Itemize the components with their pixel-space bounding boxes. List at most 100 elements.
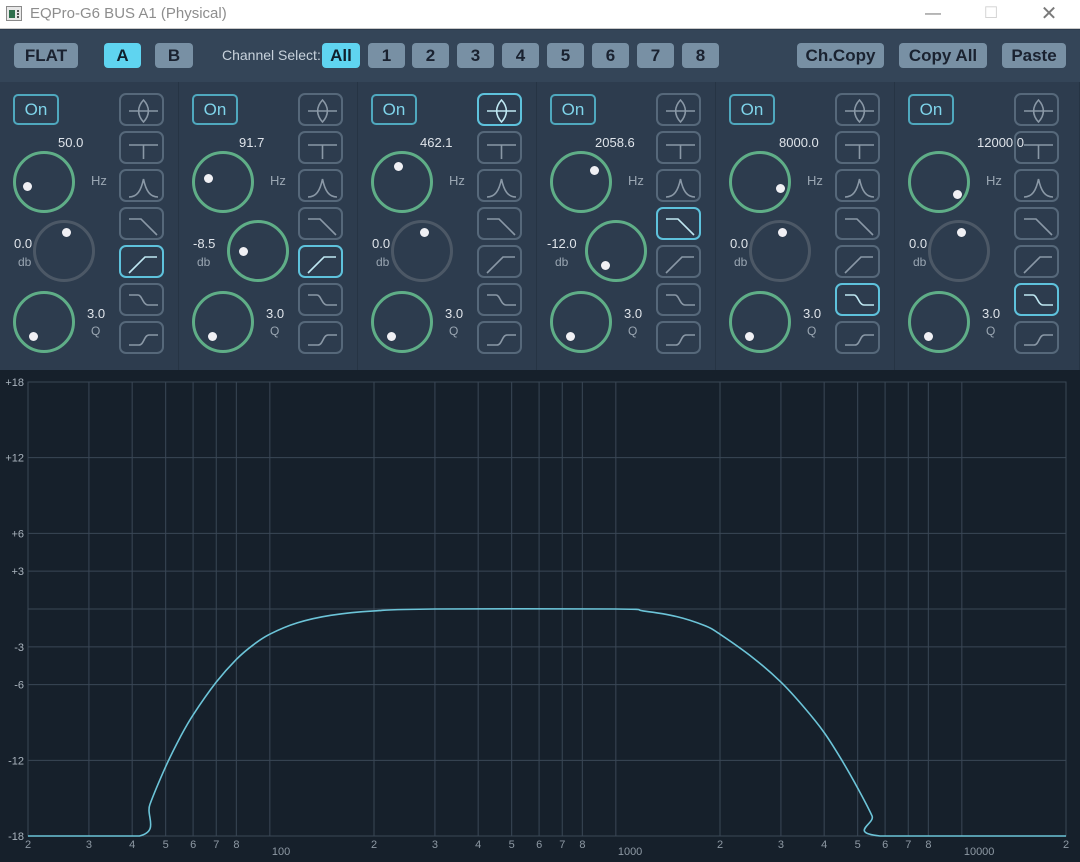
notch-filter-icon — [487, 144, 516, 159]
filter-type-button-high-pass-filter[interactable] — [298, 245, 343, 278]
knob-indicator — [29, 332, 38, 341]
channel-button-2[interactable]: 2 — [412, 43, 449, 68]
filter-type-button-high-shelf-filter[interactable] — [477, 283, 522, 316]
filter-type-button-low-shelf-filter[interactable] — [477, 321, 522, 354]
filter-type-button-bell-filter[interactable] — [656, 93, 701, 126]
filter-type-button-low-pass-filter[interactable] — [119, 207, 164, 240]
frequency-knob[interactable] — [729, 151, 791, 213]
flat-button[interactable]: FLAT — [14, 43, 78, 68]
filter-type-button-high-shelf-filter[interactable] — [835, 283, 880, 316]
filter-type-button-low-pass-filter[interactable] — [835, 207, 880, 240]
frequency-knob[interactable] — [550, 151, 612, 213]
filter-type-button-high-pass-filter[interactable] — [656, 245, 701, 278]
frequency-knob[interactable] — [13, 151, 75, 213]
filter-type-button-peak-filter[interactable] — [656, 169, 701, 202]
gain-value: 0.0 — [730, 236, 749, 251]
filter-type-button-notch-filter[interactable] — [477, 131, 522, 164]
filter-type-button-low-shelf-filter[interactable] — [298, 321, 343, 354]
filter-type-button-peak-filter[interactable] — [835, 169, 880, 202]
filter-type-button-bell-filter[interactable] — [835, 93, 880, 126]
channel-button-5[interactable]: 5 — [547, 43, 584, 68]
q-value: 3.0 — [803, 306, 822, 321]
frequency-knob[interactable] — [192, 151, 254, 213]
frequency-value: 91.7 — [239, 135, 265, 150]
filter-type-button-bell-filter[interactable] — [119, 93, 164, 126]
filter-type-button-bell-filter[interactable] — [298, 93, 343, 126]
gain-knob[interactable] — [33, 220, 95, 282]
channel-button-4[interactable]: 4 — [502, 43, 539, 68]
filter-type-button-high-pass-filter[interactable] — [477, 245, 522, 278]
filter-type-button-peak-filter[interactable] — [1014, 169, 1059, 202]
q-knob[interactable] — [908, 291, 970, 353]
gain-knob[interactable] — [391, 220, 453, 282]
filter-type-button-high-shelf-filter[interactable] — [298, 283, 343, 316]
filter-type-button-peak-filter[interactable] — [119, 169, 164, 202]
gain-knob[interactable] — [585, 220, 647, 282]
filter-type-button-high-pass-filter[interactable] — [835, 245, 880, 278]
filter-type-button-high-shelf-filter[interactable] — [1014, 283, 1059, 316]
high-shelf-filter-icon — [129, 294, 158, 306]
filter-type-button-low-pass-filter[interactable] — [298, 207, 343, 240]
channel-button-1[interactable]: 1 — [368, 43, 405, 68]
gain-knob[interactable] — [227, 220, 289, 282]
band-on-toggle[interactable]: On — [729, 94, 775, 125]
filter-type-button-notch-filter[interactable] — [656, 131, 701, 164]
filter-type-button-low-shelf-filter[interactable] — [119, 321, 164, 354]
band-on-toggle[interactable]: On — [192, 94, 238, 125]
q-knob[interactable] — [729, 291, 791, 353]
filter-type-button-low-pass-filter[interactable] — [656, 207, 701, 240]
high-pass-filter-icon — [844, 256, 873, 274]
frequency-unit: Hz — [270, 173, 286, 188]
close-button[interactable]: ✕ — [1026, 0, 1072, 29]
channel-button-8[interactable]: 8 — [682, 43, 719, 68]
filter-type-button-low-pass-filter[interactable] — [1014, 207, 1059, 240]
filter-type-button-low-pass-filter[interactable] — [477, 207, 522, 240]
frequency-knob[interactable] — [371, 151, 433, 213]
q-unit: Q — [807, 324, 817, 338]
band-on-toggle[interactable]: On — [908, 94, 954, 125]
filter-type-button-high-shelf-filter[interactable] — [119, 283, 164, 316]
filter-type-button-low-shelf-filter[interactable] — [1014, 321, 1059, 354]
filter-type-button-bell-filter[interactable] — [477, 93, 522, 126]
channel-button-6[interactable]: 6 — [592, 43, 629, 68]
band-on-toggle[interactable]: On — [13, 94, 59, 125]
filter-type-button-notch-filter[interactable] — [298, 131, 343, 164]
filter-type-button-high-pass-filter[interactable] — [1014, 245, 1059, 278]
gain-knob[interactable] — [749, 220, 811, 282]
channel-button-7[interactable]: 7 — [637, 43, 674, 68]
filter-type-button-high-pass-filter[interactable] — [119, 245, 164, 278]
frequency-knob[interactable] — [908, 151, 970, 213]
q-knob[interactable] — [371, 291, 433, 353]
filter-type-button-notch-filter[interactable] — [1014, 131, 1059, 164]
paste-button[interactable]: Paste — [1002, 43, 1066, 68]
low-shelf-filter-icon — [845, 334, 874, 346]
channel-button-3[interactable]: 3 — [457, 43, 494, 68]
channel-button-all[interactable]: All — [322, 43, 360, 68]
x-tick-label: 7 — [559, 839, 565, 851]
q-knob[interactable] — [550, 291, 612, 353]
q-knob[interactable] — [13, 291, 75, 353]
maximize-button[interactable]: ☐ — [968, 0, 1014, 29]
ch-copy-button[interactable]: Ch.Copy — [797, 43, 884, 68]
filter-type-button-low-shelf-filter[interactable] — [656, 321, 701, 354]
copy-all-button[interactable]: Copy All — [899, 43, 987, 68]
q-knob[interactable] — [192, 291, 254, 353]
filter-type-button-low-shelf-filter[interactable] — [835, 321, 880, 354]
filter-type-button-notch-filter[interactable] — [119, 131, 164, 164]
filter-type-button-peak-filter[interactable] — [298, 169, 343, 202]
y-tick-label: -18 — [8, 831, 24, 843]
filter-type-button-peak-filter[interactable] — [477, 169, 522, 202]
minimize-button[interactable]: — — [910, 0, 956, 29]
knob-indicator — [204, 174, 213, 183]
band-on-toggle[interactable]: On — [371, 94, 417, 125]
filter-type-button-bell-filter[interactable] — [1014, 93, 1059, 126]
band-on-toggle[interactable]: On — [550, 94, 596, 125]
x-tick-label: 3 — [86, 839, 92, 851]
preset-a-button[interactable]: A — [104, 43, 141, 68]
preset-b-button[interactable]: B — [155, 43, 193, 68]
gain-knob[interactable] — [928, 220, 990, 282]
filter-type-button-high-shelf-filter[interactable] — [656, 283, 701, 316]
bell-filter-icon — [129, 98, 158, 124]
gain-unit: db — [734, 255, 748, 269]
filter-type-button-notch-filter[interactable] — [835, 131, 880, 164]
